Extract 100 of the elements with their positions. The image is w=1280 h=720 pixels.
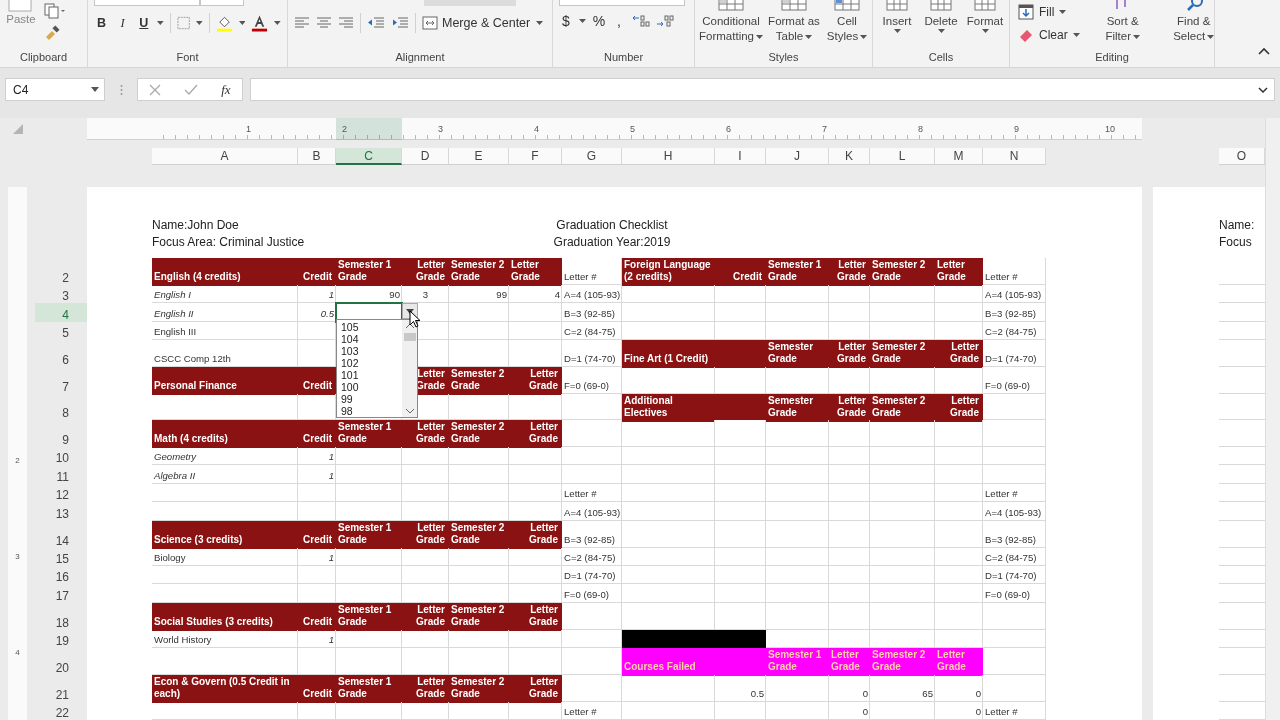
row-header[interactable]: 12 — [35, 483, 87, 503]
column-header[interactable]: I — [715, 148, 766, 165]
merge-center-button[interactable]: Merge & Center — [422, 16, 531, 30]
table-cell: World History — [152, 629, 298, 649]
font-color-icon[interactable] — [251, 14, 269, 32]
scroll-up-icon[interactable] — [404, 323, 415, 330]
comma-button[interactable]: , — [612, 13, 626, 29]
row-header[interactable]: 21 — [35, 674, 87, 702]
empty-cell — [298, 565, 336, 585]
align-icon[interactable] — [338, 16, 354, 30]
row-header[interactable]: 15 — [35, 547, 87, 566]
caret-icon[interactable] — [196, 21, 203, 25]
decrease-indent-icon[interactable] — [367, 16, 385, 30]
insert-function-button[interactable]: fx — [221, 81, 231, 98]
dropdown-option[interactable]: 104 — [341, 333, 402, 346]
dropdown-option[interactable]: 103 — [341, 345, 402, 358]
increase-decimal-icon[interactable] — [632, 14, 650, 28]
group-label: Editing — [1095, 50, 1129, 65]
font-style-button[interactable]: B — [94, 16, 110, 30]
copy-icon[interactable] — [44, 3, 66, 19]
row-header[interactable]: 7 — [35, 366, 87, 394]
dropdown-option[interactable]: 98 — [341, 405, 402, 418]
column-header[interactable]: G — [562, 148, 622, 165]
column-header[interactable]: A — [152, 148, 298, 165]
row-header[interactable]: 2 — [35, 258, 87, 285]
column-header[interactable]: C — [336, 148, 402, 165]
column-heading: Letter Grade — [402, 602, 449, 631]
sort-filter-button[interactable]: Sort & Filter — [1093, 0, 1152, 50]
styles-button[interactable]: Conditional Formatting — [697, 0, 765, 50]
dropdown-option[interactable]: 100 — [341, 381, 402, 394]
borders-icon[interactable] — [176, 16, 191, 30]
column-header[interactable]: O — [1219, 148, 1265, 165]
row-header[interactable]: 6 — [35, 340, 87, 367]
row-header[interactable]: 22 — [35, 701, 87, 720]
row-header[interactable]: 10 — [35, 447, 87, 466]
row-header[interactable]: 8 — [35, 393, 87, 421]
list-scrollbar[interactable] — [402, 320, 417, 418]
scroll-thumb[interactable] — [403, 333, 416, 342]
font-style-button[interactable]: U — [136, 16, 152, 30]
styles-button[interactable]: Cell Styles — [823, 0, 871, 50]
fill-button[interactable]: Fill — [1018, 4, 1080, 20]
column-header[interactable]: N — [983, 148, 1046, 165]
row-header[interactable]: 16 — [35, 565, 87, 585]
column-header[interactable]: J — [766, 148, 829, 165]
name-box[interactable]: C4 — [5, 78, 105, 101]
row-header[interactable]: 11 — [35, 465, 87, 484]
drag-handle-icon[interactable] — [120, 84, 123, 96]
column-header[interactable]: M — [935, 148, 983, 165]
vertical-scrollbar[interactable] — [1265, 118, 1280, 720]
row-header[interactable]: 18 — [35, 602, 87, 630]
cancel-icon[interactable] — [149, 83, 162, 96]
dropdown-option[interactable]: 105 — [341, 321, 402, 334]
align-icon[interactable] — [294, 16, 310, 30]
row-header[interactable]: 17 — [35, 584, 87, 603]
cells-button[interactable]: Insert — [876, 0, 918, 50]
styles-button[interactable]: Format as Table — [765, 0, 823, 50]
empty-cell — [336, 648, 402, 675]
caret-icon[interactable] — [536, 21, 544, 25]
caret-icon[interactable] — [579, 19, 586, 23]
scroll-down-icon[interactable] — [404, 408, 415, 415]
column-header[interactable]: D — [402, 148, 449, 165]
align-icon[interactable] — [316, 16, 332, 30]
column-header[interactable]: E — [449, 148, 509, 165]
row-header[interactable]: 19 — [35, 629, 87, 649]
clear-button[interactable]: Clear — [1018, 28, 1080, 42]
expand-icon[interactable] — [1258, 86, 1268, 93]
caret-icon[interactable] — [238, 21, 246, 25]
empty-cell — [509, 447, 562, 466]
row-header[interactable]: 4 — [35, 303, 87, 322]
currency-button[interactable]: $ — [559, 13, 573, 29]
column-header[interactable]: L — [870, 148, 935, 165]
select-all-icon[interactable] — [12, 124, 23, 134]
fill-color-icon[interactable] — [215, 14, 233, 32]
row-header[interactable]: 5 — [35, 321, 87, 341]
row-header[interactable]: 20 — [35, 648, 87, 675]
row-header[interactable]: 14 — [35, 520, 87, 548]
font-style-button[interactable]: I — [115, 15, 131, 31]
increase-indent-icon[interactable] — [391, 16, 409, 30]
dropdown-option[interactable]: 101 — [341, 369, 402, 382]
row-header[interactable]: 3 — [35, 284, 87, 304]
formula-input[interactable] — [250, 78, 1275, 101]
row-header[interactable]: 13 — [35, 502, 87, 521]
row-header[interactable]: 9 — [35, 420, 87, 448]
collapse-ribbon-icon[interactable] — [1258, 47, 1270, 55]
decrease-decimal-icon[interactable] — [656, 14, 674, 28]
dropdown-option[interactable]: 102 — [341, 357, 402, 370]
format-painter-icon[interactable] — [44, 25, 60, 41]
caret-icon[interactable] — [157, 21, 164, 25]
percent-button[interactable]: % — [592, 13, 606, 29]
cells-button[interactable]: Delete — [920, 0, 962, 50]
column-header[interactable]: F — [509, 148, 562, 165]
find-select-button[interactable]: Find & Select — [1165, 0, 1214, 50]
column-heading: Semester 1 Grade — [766, 648, 829, 677]
caret-icon[interactable] — [274, 21, 281, 25]
dropdown-option[interactable]: 99 — [341, 393, 402, 406]
cells-button[interactable]: Format — [964, 0, 1006, 50]
column-header[interactable]: B — [298, 148, 336, 165]
check-icon[interactable] — [184, 83, 199, 96]
column-header[interactable]: K — [829, 148, 870, 165]
column-header[interactable]: H — [622, 148, 715, 165]
